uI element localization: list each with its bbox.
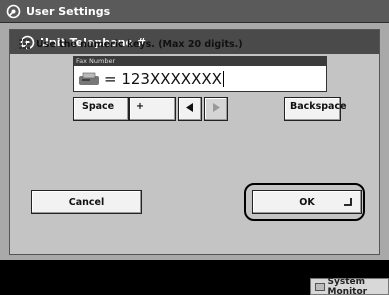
arrow-left-icon xyxy=(186,103,194,115)
plus-key[interactable]: + xyxy=(129,97,176,121)
arrow-right-icon xyxy=(212,103,220,115)
instruction-label: Use the numeric keys. (Max 20 digits.) xyxy=(36,38,243,50)
fax-number-label: Fax Number xyxy=(73,56,327,66)
space-key[interactable]: Space xyxy=(73,97,129,121)
text-cursor xyxy=(222,70,224,87)
fax-number-value: = 123XXXXXXX xyxy=(104,69,222,88)
window-title: User Settings xyxy=(26,4,111,18)
status-bar: System Monitor xyxy=(0,260,389,295)
monitor-icon xyxy=(315,282,325,291)
ok-label: OK xyxy=(299,196,315,208)
system-monitor-label: System Monitor xyxy=(327,276,368,295)
fax-number-field[interactable]: Fax Number = 123XXXXXXX xyxy=(73,56,327,96)
fax-number-input[interactable]: = 123XXXXXXX xyxy=(73,66,327,92)
cursor-left-key[interactable] xyxy=(178,97,202,121)
ok-button[interactable]: OK xyxy=(252,190,362,214)
instruction-text: Use the numeric keys. (Max 20 digits.) xyxy=(18,38,243,50)
system-monitor-button[interactable]: System Monitor xyxy=(310,276,389,295)
window-title-bar: User Settings xyxy=(0,0,389,23)
numeric-keys-icon xyxy=(18,38,32,50)
wrench-gear-icon xyxy=(6,4,21,19)
cancel-button[interactable]: Cancel xyxy=(31,190,142,214)
backspace-key[interactable]: Backspace xyxy=(284,97,347,121)
enter-icon xyxy=(343,198,353,207)
fax-machine-icon xyxy=(78,72,102,86)
cursor-right-key[interactable] xyxy=(204,97,228,121)
